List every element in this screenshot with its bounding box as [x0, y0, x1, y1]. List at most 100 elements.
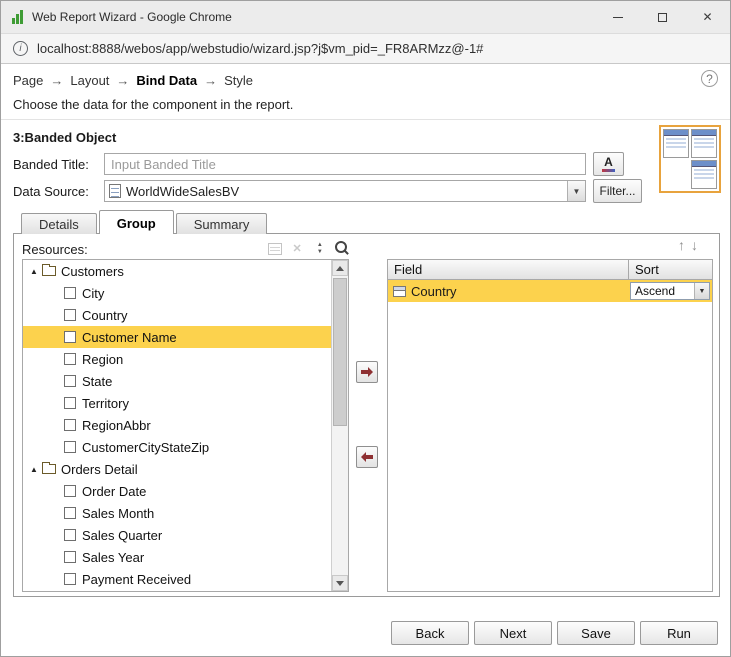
breadcrumb-item-bind-data[interactable]: Bind Data — [136, 73, 197, 88]
datasource-icon — [109, 184, 121, 198]
checkbox[interactable] — [64, 353, 76, 365]
tab-details[interactable]: Details — [21, 213, 97, 234]
back-button[interactable]: Back — [391, 621, 469, 645]
scroll-down-button[interactable] — [332, 575, 348, 591]
save-button[interactable]: Save — [557, 621, 635, 645]
sort-dropdown[interactable]: Ascend ▼ — [630, 282, 710, 300]
checkbox[interactable] — [64, 375, 76, 387]
dropdown-arrow-icon[interactable]: ▼ — [694, 283, 709, 299]
tree-label: City — [82, 285, 105, 301]
remove-icon[interactable]: ✕ — [290, 241, 305, 256]
add-field-button[interactable] — [356, 361, 378, 383]
field-value: Country — [411, 283, 457, 299]
move-up-icon[interactable]: ↑ — [678, 238, 685, 252]
sort-icon[interactable] — [313, 241, 328, 256]
scrollbar-thumb[interactable] — [333, 278, 347, 426]
tree-item-city[interactable]: City — [23, 282, 331, 304]
checkbox[interactable] — [64, 287, 76, 299]
checkbox[interactable] — [64, 419, 76, 431]
next-button[interactable]: Next — [474, 621, 552, 645]
tree-label: Territory — [82, 395, 129, 411]
tree-item-regionabbr[interactable]: RegionAbbr — [23, 414, 331, 436]
dropdown-arrow-icon[interactable]: ▼ — [567, 181, 585, 201]
breadcrumb-item-layout[interactable]: Layout — [70, 73, 109, 88]
help-icon[interactable]: ? — [701, 70, 718, 87]
move-down-icon[interactable]: ↓ — [691, 238, 698, 252]
tree-scrollbar[interactable] — [331, 260, 348, 591]
sort-value: Ascend — [635, 284, 676, 298]
tree-item-payment-received[interactable]: Payment Received — [23, 568, 331, 590]
tree-item-sales-year[interactable]: Sales Year — [23, 546, 331, 568]
folder-icon — [42, 264, 56, 276]
wizard-content: Page → Layout → Bind Data → Style ? Choose the… — [1, 64, 730, 656]
tree-item-region[interactable]: Region — [23, 348, 331, 370]
maximize-button[interactable] — [640, 1, 685, 33]
tab-summary[interactable]: Summary — [175, 213, 268, 234]
checkbox[interactable] — [64, 331, 76, 343]
checkbox[interactable] — [64, 309, 76, 321]
tree-item-territory[interactable]: Territory — [23, 392, 331, 414]
tree-label: RegionAbbr — [82, 417, 151, 433]
expand-icon[interactable] — [30, 465, 42, 474]
title-bar: Web Report Wizard - Google Chrome ✕ — [1, 1, 730, 34]
group-row-country[interactable]: Country Ascend ▼ — [388, 280, 712, 302]
group-field-icon — [393, 285, 406, 297]
layout-preview — [659, 125, 721, 193]
section-title: 3:Banded Object — [13, 130, 117, 145]
data-source-combo[interactable]: WorldWideSalesBV ▼ — [104, 180, 586, 202]
tree-label: Country — [82, 307, 128, 323]
tree-folder-orders-detail[interactable]: Orders Detail — [23, 458, 331, 480]
expand-icon[interactable] — [30, 267, 42, 276]
checkbox[interactable] — [64, 573, 76, 585]
group-grid-header: Field Sort — [388, 260, 712, 280]
sort-cell: Ascend ▼ — [628, 282, 712, 300]
remove-field-button[interactable] — [356, 446, 378, 468]
minimize-button[interactable] — [595, 1, 640, 33]
url-text[interactable]: localhost:8888/webos/app/webstudio/wizar… — [37, 41, 483, 56]
tree-item-state[interactable]: State — [23, 370, 331, 392]
insert-formula-icon[interactable] — [268, 242, 282, 255]
breadcrumb: Page → Layout → Bind Data → Style — [13, 73, 253, 88]
page-info-icon[interactable]: i — [13, 41, 28, 56]
tree-item-country[interactable]: Country — [23, 304, 331, 326]
scroll-up-button[interactable] — [332, 260, 348, 276]
tree-label: Customer Name — [82, 329, 177, 345]
checkbox[interactable] — [64, 441, 76, 453]
resources-label: Resources: — [22, 242, 88, 257]
tree-folder-customers[interactable]: Customers — [23, 260, 331, 282]
tree-item-sales-month[interactable]: Sales Month — [23, 502, 331, 524]
breadcrumb-item-style[interactable]: Style — [224, 73, 253, 88]
column-header-sort: Sort — [628, 260, 712, 279]
checkbox[interactable] — [64, 507, 76, 519]
font-style-button[interactable]: A — [593, 152, 624, 176]
resource-tree-box: Customers City Country Customer Name Region S… — [22, 259, 349, 592]
tree-item-customer-name[interactable]: Customer Name — [23, 326, 331, 348]
info-glyph: i — [19, 43, 22, 54]
checkbox[interactable] — [64, 551, 76, 563]
tree-item-order-date[interactable]: Order Date — [23, 480, 331, 502]
tree-label: Customers — [61, 263, 124, 279]
checkbox[interactable] — [64, 529, 76, 541]
window-controls: ✕ — [595, 1, 730, 33]
tree-item-customercitystatezip[interactable]: CustomerCityStateZip — [23, 436, 331, 458]
search-icon[interactable] — [335, 241, 350, 256]
tree-label: Sales Quarter — [82, 527, 163, 543]
close-button[interactable]: ✕ — [685, 1, 730, 33]
maximize-icon — [658, 12, 667, 22]
dropdown-arrow-glyph: ▼ — [572, 186, 581, 196]
tree-item-sales-quarter[interactable]: Sales Quarter — [23, 524, 331, 546]
banded-title-input[interactable] — [104, 153, 586, 175]
breadcrumb-item-page[interactable]: Page — [13, 73, 43, 88]
tree-label: CustomerCityStateZip — [82, 439, 210, 455]
data-source-label: Data Source: — [13, 184, 89, 199]
checkbox[interactable] — [64, 397, 76, 409]
tab-group[interactable]: Group — [98, 210, 174, 234]
checkbox[interactable] — [64, 485, 76, 497]
filter-button[interactable]: Filter... — [593, 179, 642, 203]
preview-page-icon — [691, 129, 717, 158]
run-button[interactable]: Run — [640, 621, 718, 645]
breadcrumb-separator: → — [116, 73, 130, 88]
group-grid: Field Sort Country Ascend ▼ — [387, 259, 713, 592]
resource-tree: Customers City Country Customer Name Region S… — [23, 260, 331, 591]
tree-label: Region — [82, 351, 124, 367]
